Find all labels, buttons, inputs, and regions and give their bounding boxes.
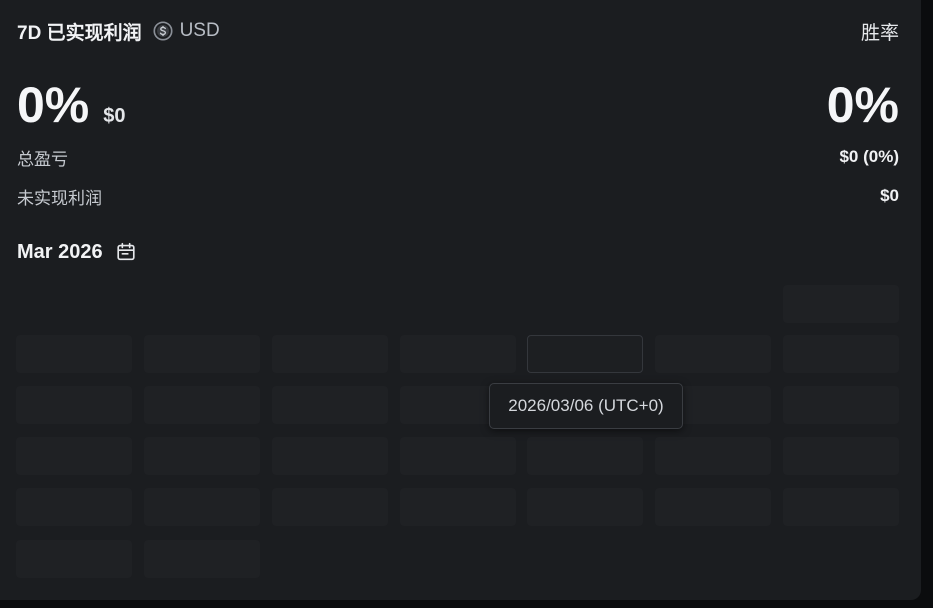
calendar-day-cell[interactable] bbox=[272, 437, 388, 475]
calendar-day-cell[interactable] bbox=[144, 437, 260, 475]
calendar-day-cell[interactable] bbox=[16, 335, 132, 373]
calendar-day-cell[interactable] bbox=[655, 437, 771, 475]
calendar-day-cell[interactable] bbox=[272, 386, 388, 424]
calendar-day-cell[interactable] bbox=[527, 437, 643, 475]
calendar-day-cell[interactable] bbox=[16, 437, 132, 475]
calendar-day-cell[interactable] bbox=[783, 437, 899, 475]
calendar-day-cell[interactable] bbox=[655, 335, 771, 373]
calendar-day-cell[interactable] bbox=[16, 488, 132, 526]
calendar-day-cell[interactable] bbox=[655, 488, 771, 526]
calendar-day-cell[interactable] bbox=[144, 540, 260, 578]
date-tooltip: 2026/03/06 (UTC+0) bbox=[489, 383, 683, 429]
calendar-day-cell-hovered[interactable] bbox=[527, 335, 643, 373]
calendar-day-cell[interactable] bbox=[783, 488, 899, 526]
calendar-grid bbox=[0, 0, 921, 600]
calendar-day-cell[interactable] bbox=[272, 488, 388, 526]
realized-pnl-card: 7D 已实现利润 USD 胜率 0% $0 0% 总盈亏 $0 (0%) 未实现… bbox=[0, 0, 921, 600]
calendar-day-cell[interactable] bbox=[400, 335, 516, 373]
calendar-day-cell[interactable] bbox=[400, 437, 516, 475]
calendar-day-cell[interactable] bbox=[272, 335, 388, 373]
calendar-day-cell[interactable] bbox=[16, 540, 132, 578]
calendar-day-cell[interactable] bbox=[783, 335, 899, 373]
calendar-day-cell[interactable] bbox=[144, 386, 260, 424]
calendar-day-cell[interactable] bbox=[400, 488, 516, 526]
calendar-day-cell[interactable] bbox=[783, 285, 899, 323]
calendar-day-cell[interactable] bbox=[16, 386, 132, 424]
calendar-day-cell[interactable] bbox=[144, 488, 260, 526]
calendar-day-cell[interactable] bbox=[783, 386, 899, 424]
calendar-day-cell[interactable] bbox=[527, 488, 643, 526]
calendar-day-cell[interactable] bbox=[144, 335, 260, 373]
